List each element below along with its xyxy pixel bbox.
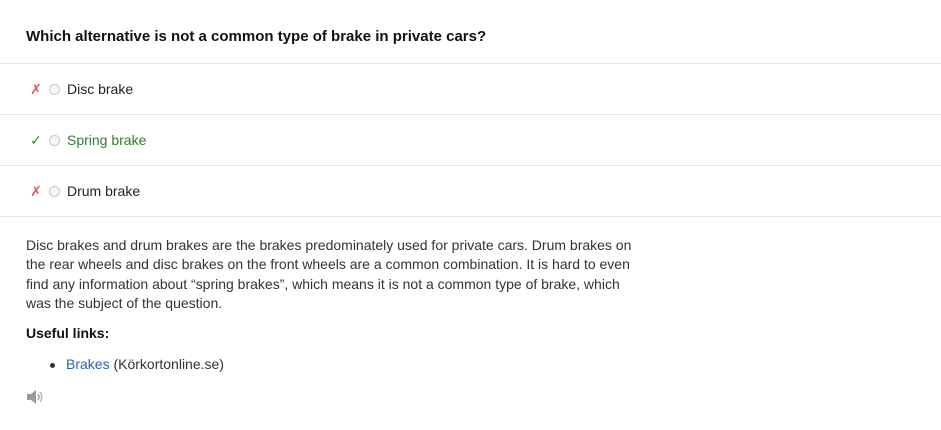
brakes-link[interactable]: Brakes bbox=[66, 356, 110, 372]
correct-mark-icon: ✓ bbox=[30, 131, 42, 148]
answer-options: ✗ Disc brake ✓ Spring brake ✗ Drum brake bbox=[0, 63, 941, 217]
answer-option-disc-brake[interactable]: ✗ Disc brake bbox=[0, 64, 941, 115]
answer-option-spring-brake[interactable]: ✓ Spring brake bbox=[0, 115, 941, 166]
list-item: Brakes (Körkortonline.se) bbox=[26, 356, 224, 372]
bullet-icon bbox=[50, 363, 55, 368]
answer-label: Disc brake bbox=[67, 81, 134, 97]
radio-button[interactable] bbox=[49, 185, 60, 197]
useful-links-list: Brakes (Körkortonline.se) bbox=[26, 356, 224, 372]
quiz-card: Which alternative is not a common type o… bbox=[0, 0, 941, 430]
radio-button[interactable] bbox=[49, 83, 60, 95]
speaker-icon[interactable] bbox=[26, 389, 44, 405]
useful-links-heading: Useful links: bbox=[26, 325, 110, 341]
question-text: Which alternative is not a common type o… bbox=[26, 28, 487, 45]
answer-option-drum-brake[interactable]: ✗ Drum brake bbox=[0, 166, 941, 217]
explanation-text: Disc brakes and drum brakes are the brak… bbox=[26, 237, 632, 311]
answer-label: Drum brake bbox=[67, 183, 141, 199]
incorrect-mark-icon: ✗ bbox=[30, 182, 42, 199]
radio-button[interactable] bbox=[49, 134, 60, 146]
answer-label: Spring brake bbox=[67, 132, 147, 148]
incorrect-mark-icon: ✗ bbox=[30, 80, 42, 97]
link-source: (Körkortonline.se) bbox=[113, 356, 224, 372]
